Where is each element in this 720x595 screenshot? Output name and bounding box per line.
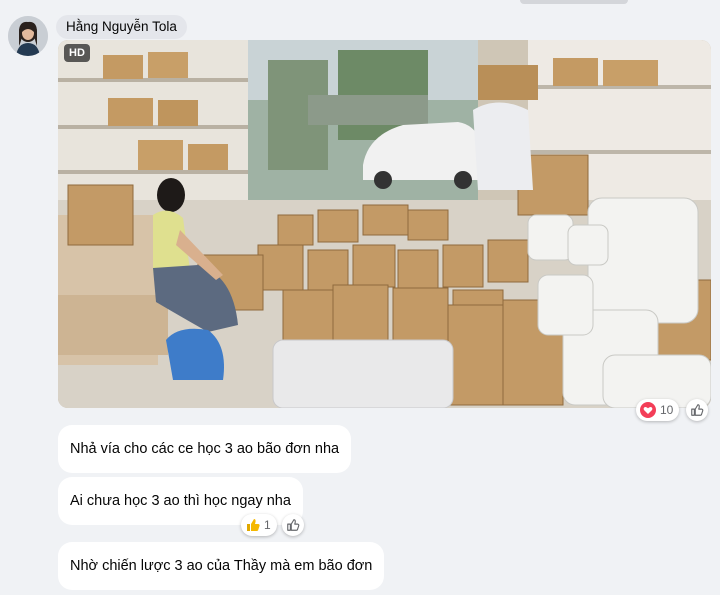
hd-badge: HD	[64, 44, 90, 62]
message-text: Nhả vía cho các ce học 3 ao bão đơn nha	[70, 441, 340, 457]
post-photo[interactable]: HD	[58, 40, 711, 408]
thumbs-up-icon	[245, 517, 261, 533]
heart-icon	[640, 402, 656, 418]
thumbs-up-icon	[690, 403, 704, 417]
message-reaction-summary[interactable]: 1	[241, 514, 277, 536]
message-bubble[interactable]: Nhả vía cho các ce học 3 ao bão đơn nha	[58, 425, 352, 473]
warehouse-photo	[58, 40, 711, 408]
message-bubble[interactable]: Nhờ chiến lược 3 ao của Thầy mà em bão đ…	[58, 542, 385, 590]
thumbs-up-icon	[286, 518, 300, 532]
scroll-edge	[520, 0, 628, 4]
like-count: 1	[264, 518, 271, 532]
photo-reaction-summary[interactable]: 10	[636, 399, 680, 421]
avatar-image	[8, 16, 48, 56]
avatar[interactable]	[8, 16, 48, 56]
author-name[interactable]: Hằng Nguyễn Tola	[56, 15, 187, 39]
message-text: Ai chưa học 3 ao thì học ngay nha	[70, 493, 291, 509]
heart-count: 10	[660, 403, 674, 417]
photo-react-button[interactable]	[686, 399, 708, 421]
message-text: Nhờ chiến lược 3 ao của Thầy mà em bão đ…	[70, 558, 373, 574]
message-react-button[interactable]	[282, 514, 304, 536]
